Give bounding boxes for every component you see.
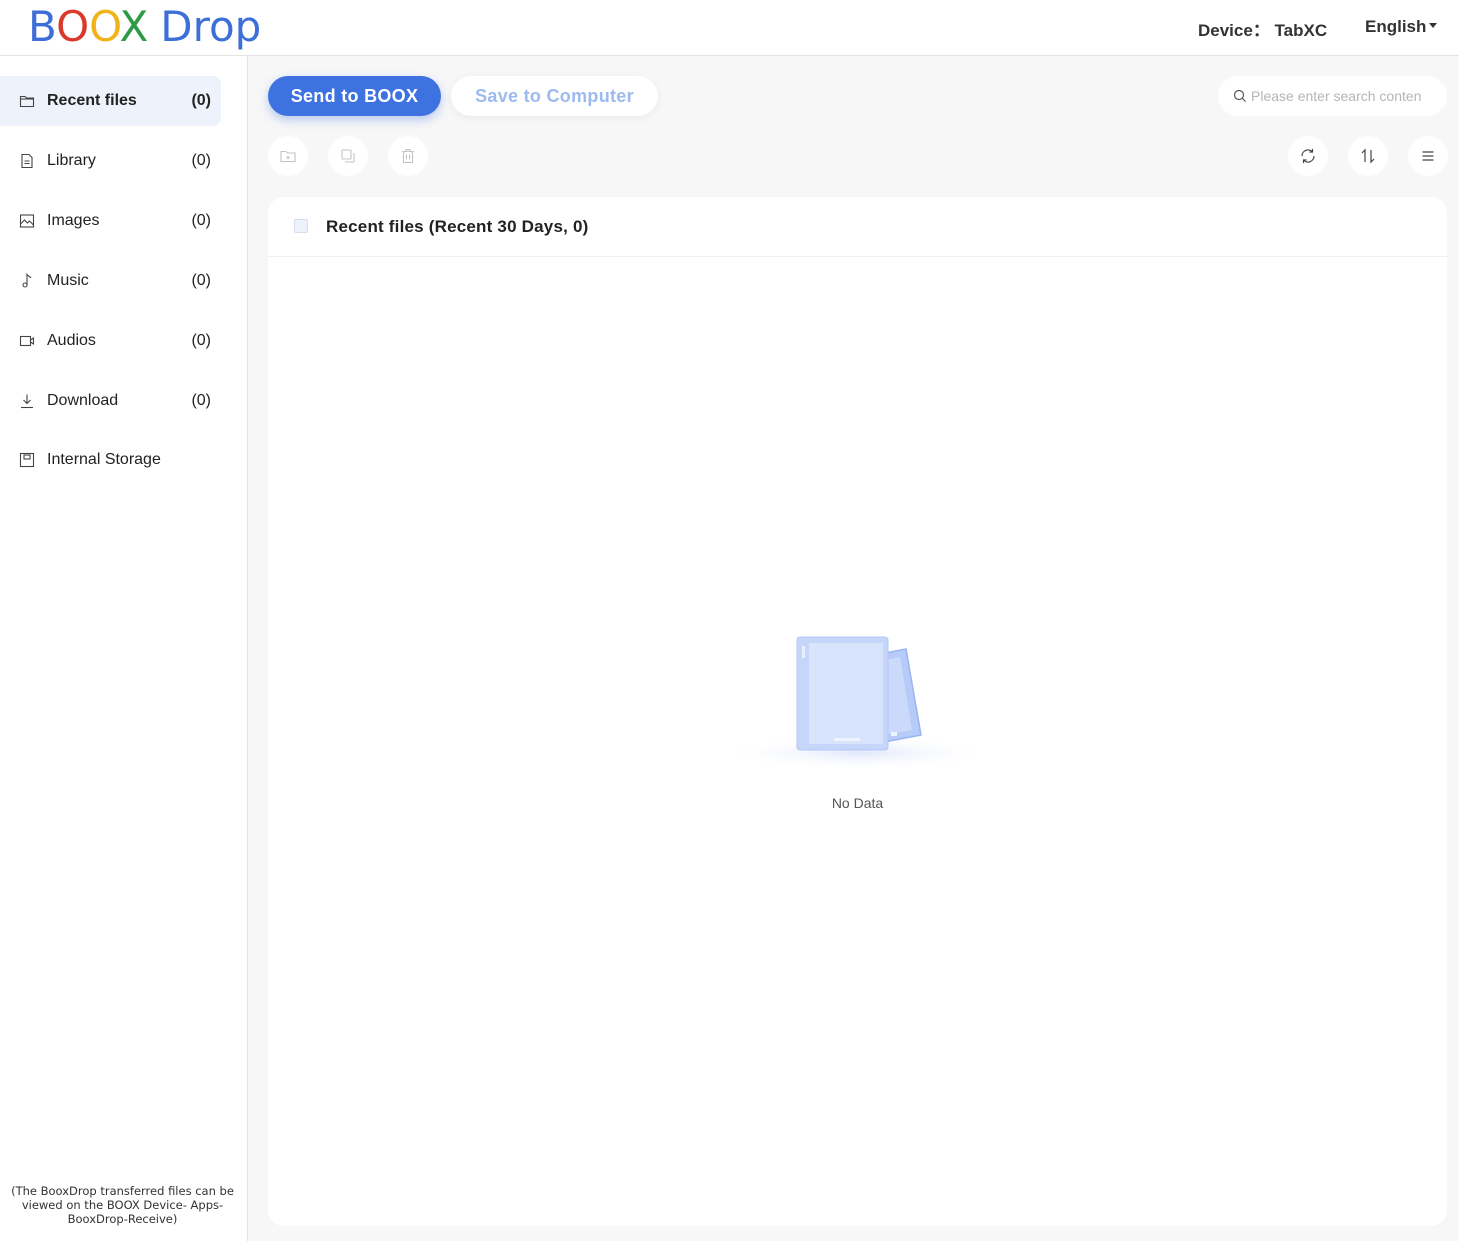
logo-word-drop: Drop — [160, 2, 262, 51]
refresh-button[interactable] — [1288, 136, 1328, 176]
copy-button[interactable] — [328, 136, 368, 176]
sidebar-item-label: Download — [47, 392, 119, 409]
sidebar-item-audios[interactable]: Audios (0) — [0, 316, 221, 366]
sidebar-item-label: Images — [47, 212, 100, 229]
sidebar-item-label: Library — [47, 152, 96, 169]
menu-icon — [1422, 151, 1434, 161]
caret-down-icon — [1429, 23, 1438, 29]
sidebar-item-download[interactable]: Download (0) — [0, 376, 221, 426]
send-to-boox-button[interactable]: Send to BOOX — [268, 76, 441, 116]
sidebar-item-music[interactable]: Music (0) — [0, 256, 221, 306]
refresh-icon — [1301, 149, 1315, 163]
trash-icon — [402, 148, 414, 164]
sidebar-item-label: Internal Storage — [47, 451, 161, 468]
sidebar-item-label: Music — [47, 272, 89, 289]
sidebar-item-count: (0) — [191, 212, 211, 229]
video-camera-icon — [19, 335, 35, 347]
sidebar: Recent files (0) Library (0) Images (0) … — [0, 56, 248, 1241]
language-selector[interactable]: English — [1365, 17, 1438, 37]
sidebar-item-count: (0) — [191, 392, 211, 409]
save-to-computer-button[interactable]: Save to Computer — [451, 76, 658, 116]
sidebar-item-recent-files[interactable]: Recent files (0) — [0, 76, 221, 126]
logo-letter-x: X — [119, 2, 149, 51]
sort-button[interactable] — [1348, 136, 1388, 176]
music-note-icon — [22, 273, 32, 288]
sidebar-item-label: Audios — [47, 332, 96, 349]
sidebar-item-count: (0) — [191, 272, 211, 289]
sidebar-item-count: (0) — [191, 152, 211, 169]
search-input[interactable] — [1251, 86, 1421, 106]
language-label: English — [1365, 17, 1427, 36]
list-view-button[interactable] — [1408, 136, 1448, 176]
sidebar-item-label: Recent files — [47, 92, 137, 109]
delete-button[interactable] — [388, 136, 428, 176]
new-folder-icon — [280, 150, 296, 163]
sidebar-item-count: (0) — [191, 332, 211, 349]
folder-icon — [19, 95, 35, 108]
app-header: BOOX Drop Device： TabXC English — [0, 0, 1459, 56]
sidebar-item-internal-storage[interactable]: Internal Storage — [0, 435, 221, 485]
document-icon — [21, 153, 33, 169]
device-name: Device： TabXC — [1198, 21, 1328, 40]
panel-header: Recent files (Recent 30 Days, 0) — [268, 197, 1447, 257]
logo-letter-b: B — [28, 2, 57, 51]
panel-title: Recent files (Recent 30 Days, 0) — [326, 217, 589, 236]
image-icon — [19, 214, 35, 228]
boox-drop-logo: BOOX Drop — [28, 2, 261, 52]
sidebar-note: (The BooxDrop transferred files can be v… — [11, 1184, 234, 1226]
sidebar-item-count: (0) — [191, 92, 211, 109]
sidebar-item-library[interactable]: Library (0) — [0, 136, 221, 186]
download-icon — [21, 394, 33, 409]
new-folder-button[interactable] — [268, 136, 308, 176]
empty-state-illustration — [720, 636, 996, 770]
logo-letter-o-yellow: O — [89, 2, 120, 51]
search-icon — [1233, 89, 1246, 102]
logo-letter-o-red: O — [56, 2, 90, 51]
sidebar-item-images[interactable]: Images (0) — [0, 196, 221, 246]
select-all-checkbox[interactable] — [294, 219, 308, 233]
file-panel: Recent files (Recent 30 Days, 0) No Data — [268, 197, 1447, 1226]
search-box — [1218, 76, 1447, 116]
copy-icon — [341, 149, 355, 163]
empty-state-text: No Data — [831, 795, 884, 811]
sort-icon — [1361, 148, 1375, 164]
storage-icon — [19, 452, 35, 468]
main-content: Send to BOOX Save to Computer Recent fil… — [248, 56, 1459, 1241]
